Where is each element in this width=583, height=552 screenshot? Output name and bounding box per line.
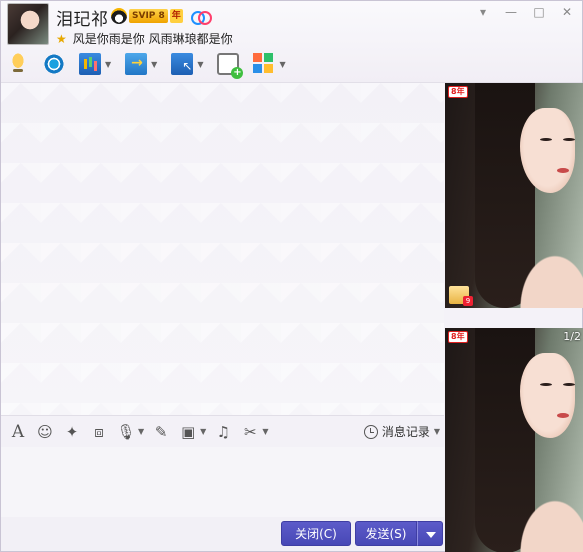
photo-lips bbox=[557, 413, 569, 418]
contact-badges: SVIP 8 年 bbox=[111, 8, 212, 25]
voice-call-button[interactable] bbox=[7, 51, 29, 77]
apps-button[interactable]: ▼ bbox=[253, 51, 286, 77]
chat-toolbar: ▼ ▼ ▼ ▼ bbox=[7, 51, 300, 79]
vip-year-badge: 8年 bbox=[448, 86, 468, 98]
chevron-down-icon[interactable]: ▼ bbox=[151, 60, 157, 69]
svip-badge[interactable]: SVIP 8 bbox=[129, 9, 168, 23]
photo-eye bbox=[540, 138, 552, 141]
clock-icon bbox=[363, 424, 378, 439]
message-input[interactable] bbox=[1, 447, 444, 517]
chat-header: 泪玘祁 SVIP 8 年 ★ 风是你雨是你 风雨琳琅都是你 ▾ — □ ✕ ▼ … bbox=[1, 1, 582, 83]
contact-avatar[interactable] bbox=[7, 3, 49, 45]
photo-shoulder bbox=[515, 248, 583, 308]
photo-eye bbox=[540, 383, 552, 386]
emoji-icon[interactable]: ☺ bbox=[36, 423, 54, 441]
contact-show-photo[interactable]: 8年 1/2 bbox=[445, 328, 583, 552]
signature-row: ★ 风是你雨是你 风雨琳琅都是你 bbox=[56, 30, 233, 47]
remote-assist-button[interactable]: ▼ bbox=[171, 51, 203, 77]
screen-share-icon bbox=[79, 53, 101, 75]
video-call-button[interactable] bbox=[43, 51, 65, 77]
close-window-button[interactable]: ✕ bbox=[560, 5, 574, 19]
webcam-icon bbox=[43, 53, 65, 75]
add-chat-icon bbox=[217, 53, 244, 79]
screen-share-button[interactable]: ▼ bbox=[79, 51, 111, 77]
input-toolbar: A ☺ ✦ ⧈ 🎙 ▼ ✎ ▣ ▼ ♫ ✂ ▼ 消息记录 ▼ bbox=[1, 415, 444, 447]
photo-lips bbox=[557, 168, 569, 173]
voice-message-icon[interactable]: 🎙 bbox=[116, 423, 135, 441]
dropdown-icon[interactable]: ▾ bbox=[476, 5, 490, 19]
folder-transfer-icon bbox=[125, 53, 148, 75]
magic-wand-icon[interactable]: ✦ bbox=[63, 423, 81, 441]
music-icon[interactable]: ♫ bbox=[214, 423, 232, 441]
send-file-button[interactable]: ▼ bbox=[125, 51, 157, 77]
close-button[interactable]: 关闭(C) bbox=[281, 521, 351, 546]
minimize-button[interactable]: — bbox=[504, 5, 518, 19]
chevron-down-icon[interactable]: ▼ bbox=[200, 427, 206, 436]
edit-icon[interactable]: ✎ bbox=[152, 423, 170, 441]
vip-year-badge: 8年 bbox=[448, 331, 468, 343]
remote-desktop-icon bbox=[171, 53, 194, 75]
chevron-down-icon[interactable]: ▼ bbox=[279, 60, 285, 69]
star-icon[interactable]: ★ bbox=[56, 32, 67, 46]
chevron-down-icon[interactable]: ▼ bbox=[138, 427, 144, 436]
photo-page-counter: 1/2 bbox=[563, 330, 581, 343]
year-badge[interactable]: 年 bbox=[169, 9, 183, 23]
chevron-down-icon[interactable]: ▼ bbox=[197, 60, 203, 69]
chat-window: 泪玘祁 SVIP 8 年 ★ 风是你雨是你 风雨琳琅都是你 ▾ — □ ✕ ▼ … bbox=[0, 0, 583, 552]
contact-name[interactable]: 泪玘祁 bbox=[56, 5, 109, 30]
qq-link-icon[interactable] bbox=[190, 9, 212, 25]
contact-signature: 风是你雨是你 风雨琳琅都是你 bbox=[72, 32, 233, 46]
photo-eye bbox=[563, 138, 575, 141]
screenshot-scissors-icon[interactable]: ✂ bbox=[241, 423, 259, 441]
font-icon[interactable]: A bbox=[9, 422, 27, 442]
photo-shoulder bbox=[515, 493, 583, 552]
history-label: 消息记录 bbox=[381, 425, 430, 439]
contact-show-photo[interactable]: 8年 bbox=[445, 83, 583, 308]
send-button[interactable]: 发送(S) bbox=[355, 521, 417, 546]
image-icon[interactable]: ▣ bbox=[179, 423, 197, 441]
photo-eye bbox=[563, 383, 575, 386]
message-history-button[interactable]: 消息记录 ▼ bbox=[363, 423, 440, 440]
level-badge-icon[interactable] bbox=[449, 286, 473, 306]
window-controls: ▾ — □ ✕ bbox=[476, 5, 574, 19]
apps-grid-icon bbox=[253, 53, 276, 75]
create-discussion-button[interactable] bbox=[217, 51, 244, 79]
chevron-down-icon[interactable]: ▼ bbox=[105, 60, 111, 69]
microphone-icon bbox=[7, 53, 29, 75]
message-history[interactable] bbox=[1, 83, 444, 415]
chevron-down-icon[interactable]: ▼ bbox=[262, 427, 268, 436]
qq-penguin-icon[interactable] bbox=[111, 8, 127, 24]
chevron-down-icon: ▼ bbox=[433, 427, 440, 436]
shake-window-icon[interactable]: ⧈ bbox=[90, 423, 108, 441]
send-options-dropdown[interactable] bbox=[417, 521, 443, 546]
maximize-button[interactable]: □ bbox=[532, 5, 546, 19]
